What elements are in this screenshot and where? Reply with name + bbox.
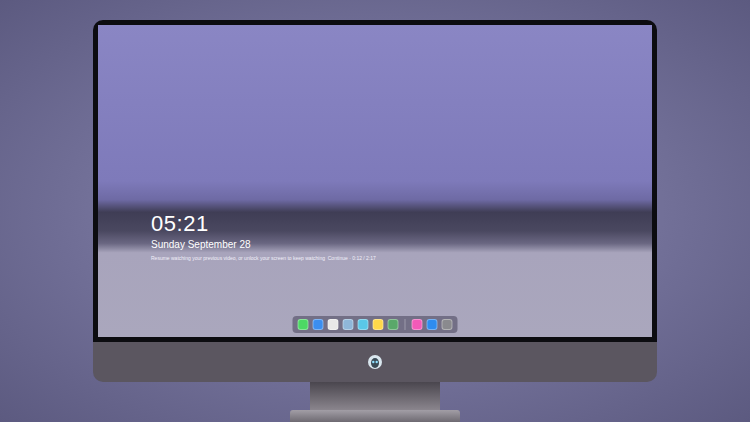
monitor-chin xyxy=(93,342,657,382)
dock-app-icon[interactable] xyxy=(328,319,339,330)
dock-group xyxy=(412,319,453,330)
lock-screen-info: 05:21Sunday September 28 Resume watching … xyxy=(151,211,376,262)
dock-app-icon[interactable] xyxy=(442,319,453,330)
dock-group xyxy=(298,319,399,330)
brand-logo-icon xyxy=(367,354,383,370)
dock-app-icon[interactable] xyxy=(298,319,309,330)
dock-separator xyxy=(405,319,406,330)
stand-base xyxy=(290,410,460,422)
dock-app-icon[interactable] xyxy=(427,319,438,330)
dock-app-icon[interactable] xyxy=(388,319,399,330)
monitor: 05:21Sunday September 28 Resume watching … xyxy=(93,20,657,422)
clock-date: Sunday September 28 xyxy=(151,238,376,252)
clock-time: 05:21 xyxy=(151,211,376,237)
wallpaper-photo xyxy=(98,25,652,337)
monitor-bezel: 05:21Sunday September 28 Resume watching … xyxy=(93,20,657,342)
lock-notice: Resume watching your previous video, or … xyxy=(151,254,376,262)
dock-app-icon[interactable] xyxy=(343,319,354,330)
stand-neck xyxy=(310,382,440,410)
page: 05:21Sunday September 28 Resume watching … xyxy=(0,0,750,422)
dock xyxy=(293,316,458,333)
screen: 05:21Sunday September 28 Resume watching … xyxy=(98,25,652,337)
dock-app-icon[interactable] xyxy=(373,319,384,330)
dock-app-icon[interactable] xyxy=(412,319,423,330)
dock-app-icon[interactable] xyxy=(358,319,369,330)
dock-app-icon[interactable] xyxy=(313,319,324,330)
